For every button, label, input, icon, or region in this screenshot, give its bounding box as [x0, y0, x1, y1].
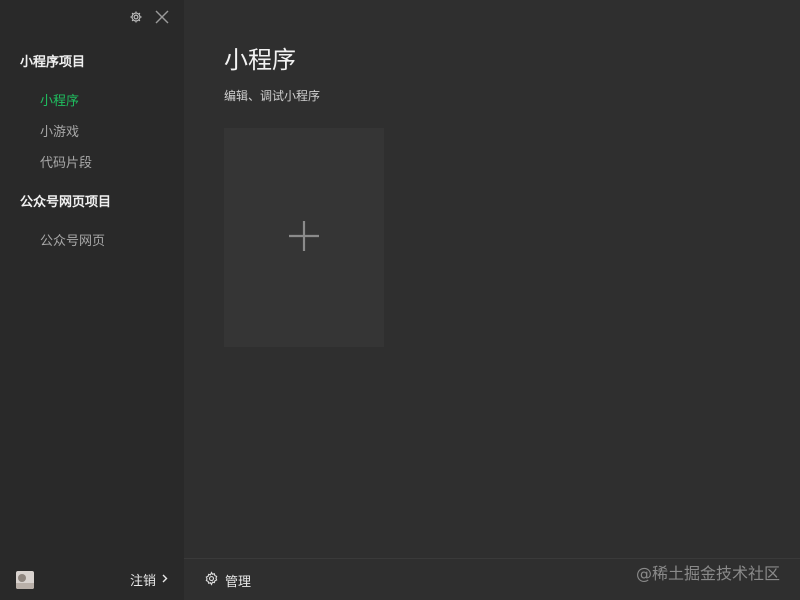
section-title-official-account: 公众号网页项目 [20, 195, 112, 210]
close-icon[interactable] [154, 9, 170, 25]
main-footer: 管理 @稀土掘金技术社区 [184, 558, 800, 600]
chevron-right-icon [162, 572, 168, 587]
window-controls [128, 9, 170, 25]
gear-icon [204, 571, 219, 590]
logout-button[interactable]: 注销 [130, 570, 168, 589]
section-title-miniprogram: 小程序项目 [20, 55, 86, 70]
logout-label: 注销 [129, 574, 156, 589]
create-project-tile[interactable] [224, 128, 384, 347]
watermark: @稀土掘金技术社区 [635, 564, 780, 583]
app-window: 小程序项目 小程序 小游戏 代码片段 公众号网页项目 公众号网页 注销 小程序 … [0, 0, 800, 600]
settings-gear-icon[interactable] [128, 9, 144, 25]
avatar[interactable] [16, 571, 34, 589]
manage-label: 管理 [225, 575, 252, 590]
sidebar-item-minigame[interactable]: 小游戏 [40, 121, 79, 140]
sidebar-footer: 注销 [0, 558, 184, 600]
sidebar-item-official-account-web[interactable]: 公众号网页 [40, 230, 105, 249]
page-title: 小程序 [224, 46, 296, 74]
page-subtitle: 编辑、调试小程序 [224, 89, 321, 103]
main-content: 小程序 编辑、调试小程序 [184, 0, 800, 558]
sidebar-item-code-snippets[interactable]: 代码片段 [40, 152, 92, 171]
sidebar-item-miniprogram[interactable]: 小程序 [40, 90, 79, 109]
plus-icon [287, 219, 321, 257]
sidebar: 小程序项目 小程序 小游戏 代码片段 公众号网页项目 公众号网页 注销 [0, 0, 184, 600]
manage-button[interactable]: 管理 [204, 571, 251, 590]
